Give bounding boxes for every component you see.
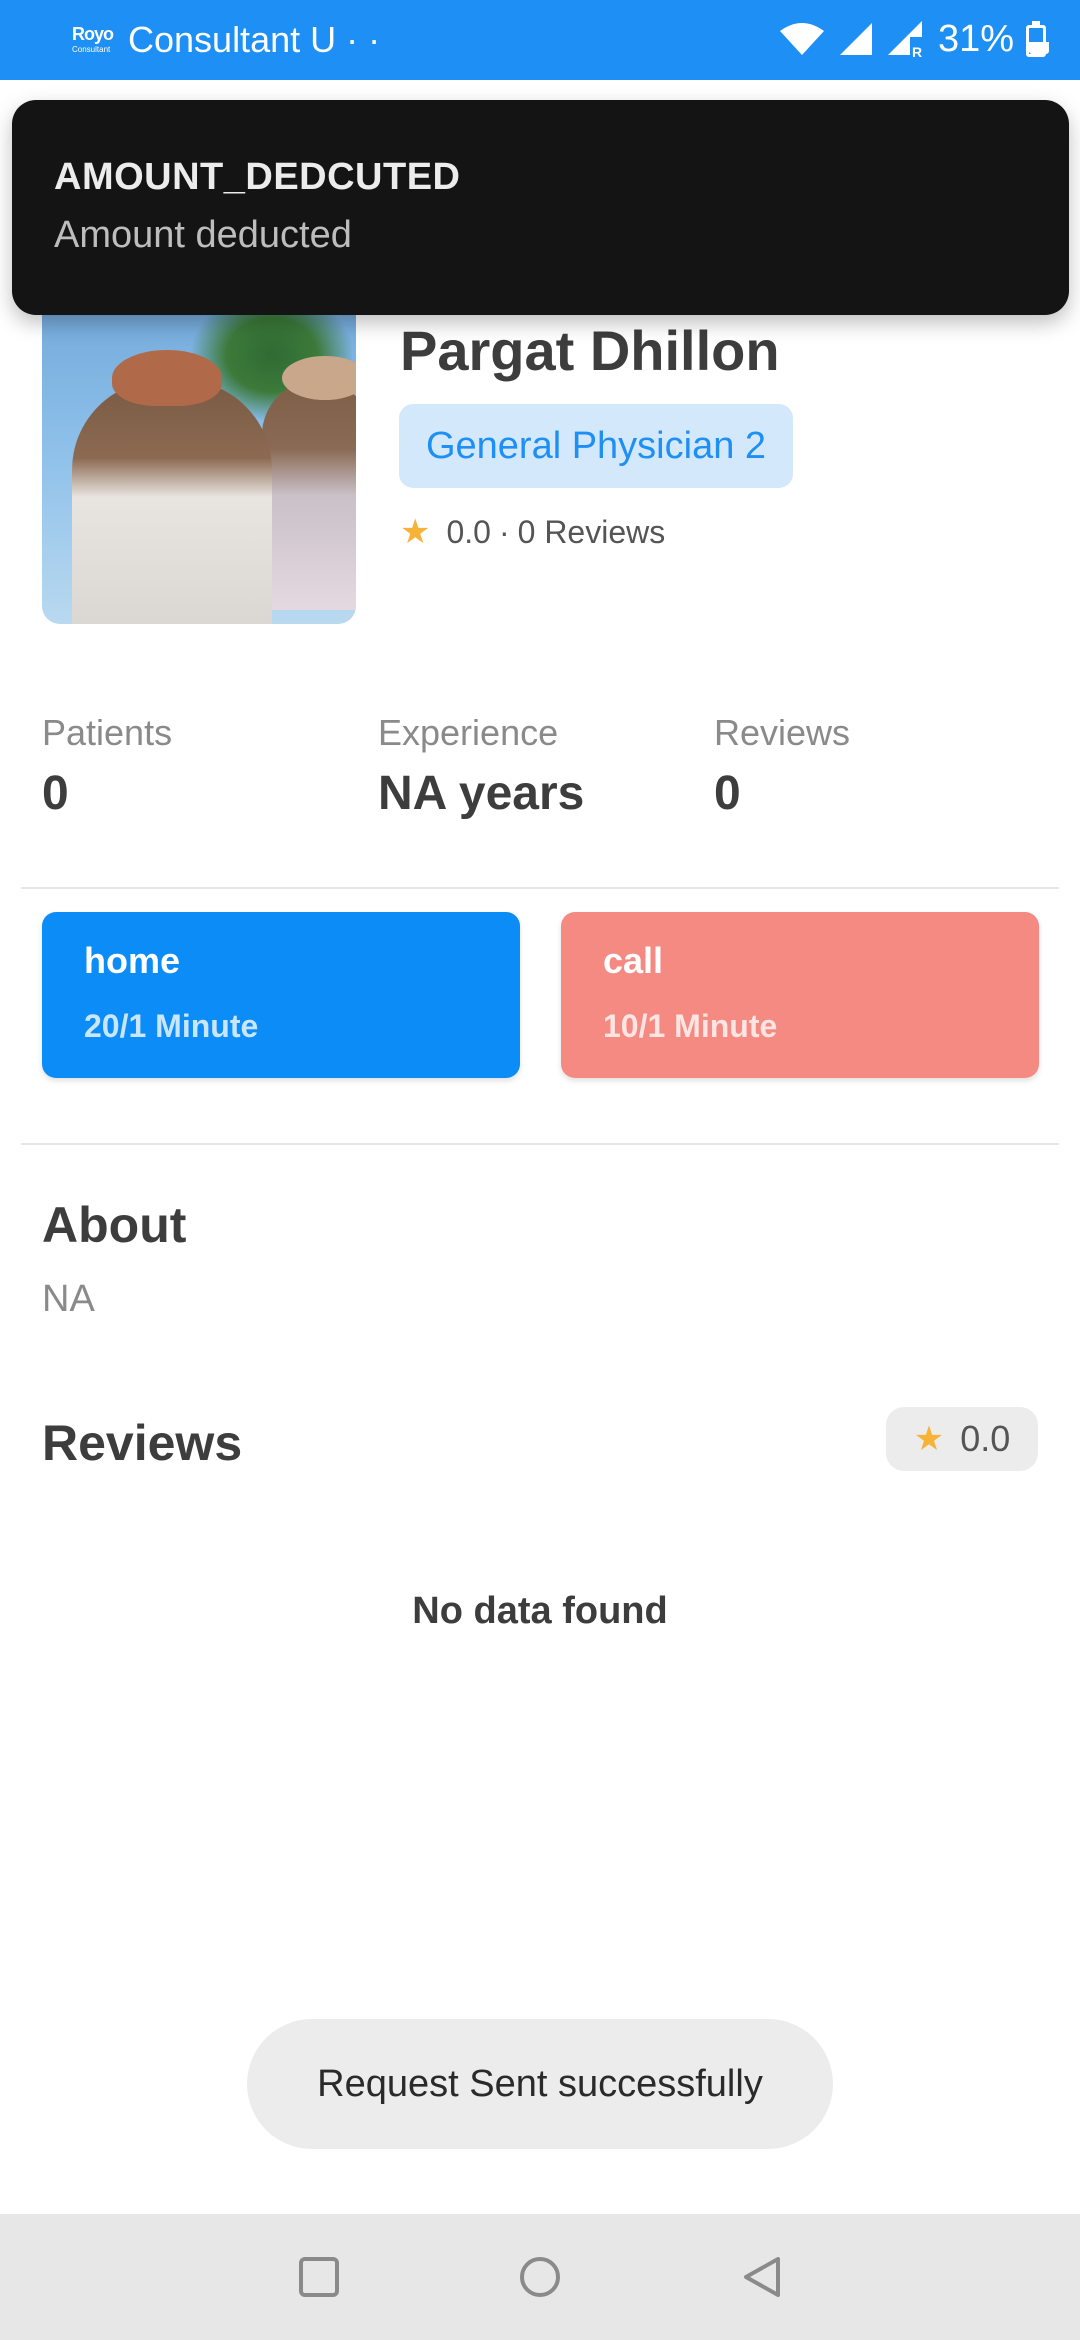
battery-percent: 31% <box>937 17 1014 60</box>
rating-value: 0.0 <box>446 513 491 550</box>
about-heading: About <box>42 1197 187 1253</box>
reviews-rating-value: 0.0 <box>960 1418 1011 1459</box>
stat-patients: Patients 0 <box>42 712 172 821</box>
star-icon: ★ <box>913 1420 945 1458</box>
stat-reviews: Reviews 0 <box>714 712 850 821</box>
status-bar: Royo Consultant Consultant U · · R 31% <box>0 0 1080 80</box>
reviews-count-text: 0 Reviews <box>517 513 666 550</box>
signal-roaming-icon: R <box>887 21 922 59</box>
recent-apps-icon[interactable] <box>296 2254 342 2300</box>
app-logo-text: Royo <box>72 24 114 44</box>
signal-icon <box>839 23 872 55</box>
battery-icon <box>1026 21 1049 57</box>
app-logo: Royo Consultant <box>72 24 114 58</box>
wifi-icon <box>779 23 824 55</box>
app-logo-subtext: Consultant <box>72 45 111 54</box>
stat-label: Patients <box>42 712 173 753</box>
service-price: 10/1 Minute <box>603 1008 778 1044</box>
reviews-rating-pill: ★ 0.0 <box>886 1407 1038 1471</box>
stat-experience: Experience NA years <box>378 712 584 821</box>
divider <box>21 1143 1059 1145</box>
stat-value: NA years <box>378 767 585 820</box>
stat-label: Reviews <box>714 712 851 753</box>
status-icons: R 31% <box>778 14 1049 64</box>
service-card-home[interactable]: home 20/1 Minute <box>42 912 520 1078</box>
service-title: home <box>84 940 181 981</box>
stat-value: 0 <box>714 767 741 820</box>
divider <box>21 887 1059 889</box>
rating-separator: · <box>498 513 510 550</box>
svg-text:R: R <box>912 44 922 59</box>
rating-summary: ★ 0.0 · 0 Reviews <box>400 512 665 552</box>
notification-title: AMOUNT_DEDCUTED <box>54 156 461 198</box>
stat-value: 0 <box>42 767 69 820</box>
service-price: 20/1 Minute <box>84 1008 259 1044</box>
home-icon[interactable] <box>517 2254 563 2300</box>
doctor-name: Pargat Dhillon <box>400 319 780 382</box>
about-text: NA <box>42 1278 95 1320</box>
reviews-heading: Reviews <box>42 1415 243 1471</box>
toast-message: Request Sent successfully <box>247 2019 833 2149</box>
status-bar-app-title: Consultant U · · <box>128 19 381 60</box>
service-card-call[interactable]: call 10/1 Minute <box>561 912 1039 1078</box>
stat-label: Experience <box>378 712 559 753</box>
star-icon: ★ <box>400 513 431 551</box>
back-icon[interactable] <box>740 2254 786 2300</box>
notification-banner[interactable]: AMOUNT_DEDCUTED Amount deducted <box>12 100 1069 315</box>
service-title: call <box>603 940 664 981</box>
notification-body: Amount deducted <box>54 214 352 256</box>
no-data-message: No data found <box>412 1590 668 1632</box>
specialty-chip: General Physician 2 <box>399 404 793 488</box>
navigation-bar <box>0 2214 1080 2340</box>
